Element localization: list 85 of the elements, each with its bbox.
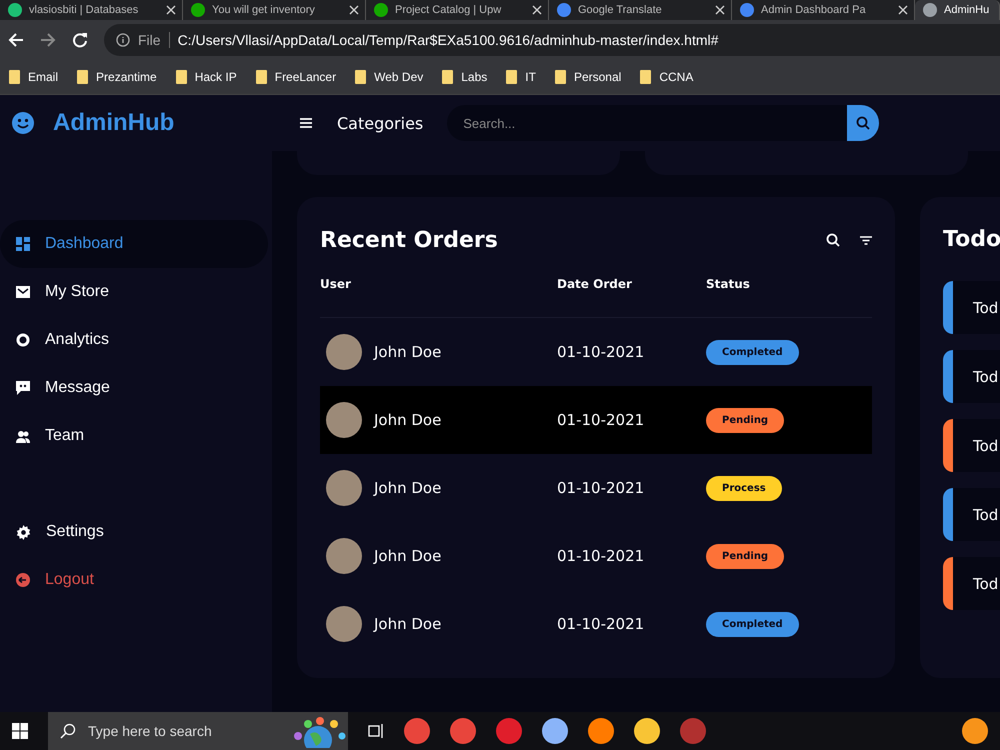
sidebar-item[interactable]: Analytics — [0, 316, 268, 364]
browser-tab[interactable]: AdminHu — [915, 0, 1000, 20]
user-name: John Doe — [374, 615, 442, 633]
order-date: 01-10-2021 — [557, 343, 644, 361]
sidebar-item[interactable]: Settings — [0, 508, 268, 556]
status-badge: Completed — [706, 612, 799, 636]
status-badge: Completed — [706, 340, 799, 364]
bookmark-folder[interactable]: Hack IP — [176, 70, 237, 84]
bookmark-folder[interactable]: Web Dev — [355, 70, 424, 84]
column-header: User — [320, 271, 557, 318]
user-name: John Doe — [374, 547, 442, 565]
order-date: 01-10-2021 — [557, 547, 644, 565]
menu-icon[interactable] — [300, 118, 312, 128]
people-icon — [16, 430, 30, 442]
todo-item: Tod — [943, 488, 1000, 541]
section-title: Recent Orders — [320, 228, 499, 252]
column-header: Status — [706, 271, 872, 318]
todo-item: Tod — [943, 419, 1000, 472]
section-title: Todo — [943, 226, 1000, 254]
bookmark-folder[interactable]: Personal — [554, 70, 622, 84]
address-bar[interactable]: File C:/Users/Vllasi/AppData/Local/Temp/Rar$EXa5100.9616/adminhub-master/index.html# — [104, 24, 1000, 56]
status-badge: Process — [706, 476, 782, 500]
sidebar-item[interactable]: Logout — [0, 556, 268, 604]
smiley-icon — [12, 112, 34, 134]
order-date: 01-10-2021 — [557, 615, 644, 633]
donut-icon — [16, 333, 30, 347]
chat-bubble-icon — [16, 381, 30, 395]
bookmark-folder[interactable]: CCNA — [640, 70, 694, 84]
sidebar-item[interactable]: My Store — [0, 268, 268, 316]
user-name: John Doe — [374, 343, 442, 361]
search-field[interactable]: Type here to search — [86, 722, 278, 740]
forward-arrow-icon[interactable] — [40, 32, 56, 48]
brand-name: AdminHub — [53, 109, 174, 137]
user-name: John Doe — [374, 479, 442, 497]
taskbar-search-field[interactable]: Type here to search — [48, 712, 348, 750]
sidebar-item[interactable]: Team — [0, 412, 268, 460]
info-icon — [116, 33, 130, 47]
order-date: 01-10-2021 — [557, 479, 644, 497]
favicon-icon — [374, 3, 388, 17]
status-badge: Pending — [706, 408, 784, 432]
back-arrow-icon[interactable] — [8, 32, 24, 48]
todo-item: Tod — [943, 557, 1000, 610]
favicon-icon — [8, 3, 22, 17]
avatar-photo-placeholder — [326, 402, 362, 438]
search-button[interactable] — [847, 105, 880, 141]
grid-icon — [16, 237, 30, 251]
close-icon[interactable] — [166, 5, 176, 15]
avatar-photo-placeholder — [326, 470, 362, 506]
search-icon[interactable] — [826, 233, 840, 247]
sidebar-item[interactable]: Dashboard — [0, 220, 268, 268]
bookmark-folder[interactable]: Prezantime — [77, 70, 157, 84]
favicon-icon — [191, 3, 205, 17]
windows-logo-icon[interactable] — [12, 723, 28, 739]
circle-icon[interactable] — [962, 718, 988, 744]
close-icon[interactable] — [715, 5, 725, 15]
avatar-photo-placeholder — [326, 606, 362, 642]
bookmark-folder[interactable]: Labs — [442, 70, 488, 84]
envelope-icon — [16, 286, 30, 298]
bookmark-folder[interactable]: IT — [506, 70, 536, 84]
todo-item: Tod — [943, 350, 1000, 403]
todo-item: Tod — [943, 281, 1000, 334]
favicon-icon — [923, 3, 937, 17]
reload-icon[interactable] — [72, 32, 88, 48]
sidebar-item[interactable]: Message — [0, 364, 268, 412]
bookmark-folder[interactable]: FreeLancer — [256, 70, 336, 84]
close-icon[interactable] — [349, 5, 359, 15]
order-date: 01-10-2021 — [557, 411, 644, 429]
search-icon — [856, 116, 870, 130]
avatar-photo-placeholder — [326, 334, 362, 370]
search-field[interactable]: Search... — [447, 105, 848, 141]
close-icon[interactable] — [898, 5, 908, 15]
logout-icon — [16, 573, 30, 587]
settings-icon — [16, 524, 31, 540]
task-view-icon[interactable] — [368, 724, 384, 738]
bookmark-folder[interactable]: Email — [9, 70, 58, 84]
user-name: John Doe — [374, 411, 442, 429]
close-icon[interactable] — [532, 5, 542, 15]
search-icon — [60, 723, 76, 739]
categories-link[interactable]: Categories — [337, 114, 424, 132]
status-badge: Pending — [706, 544, 784, 568]
avatar-photo-placeholder — [326, 538, 362, 574]
column-header: Date Order — [557, 271, 706, 318]
favicon-icon — [740, 3, 754, 17]
favicon-icon — [557, 3, 571, 17]
filter-icon[interactable] — [860, 236, 872, 244]
